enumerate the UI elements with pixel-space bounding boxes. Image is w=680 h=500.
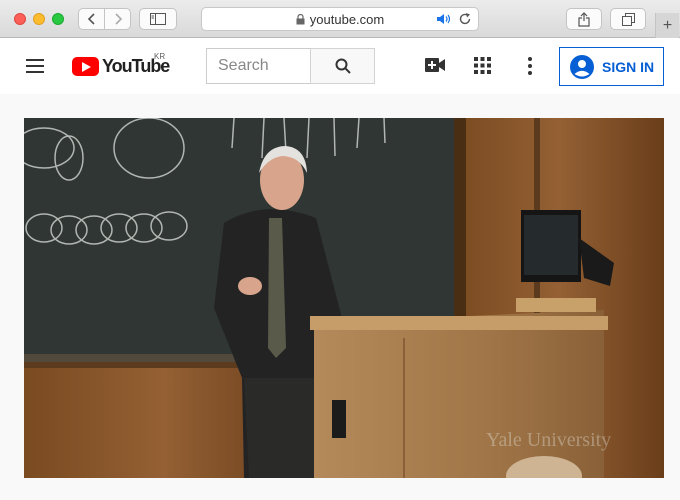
forward-button[interactable] bbox=[104, 8, 131, 30]
url-text: youtube.com bbox=[309, 11, 385, 27]
sign-in-button[interactable]: SIGN IN bbox=[559, 47, 664, 86]
minimize-window-button[interactable] bbox=[33, 13, 45, 25]
apps-grid-icon[interactable] bbox=[474, 57, 491, 74]
zoom-window-button[interactable] bbox=[52, 13, 64, 25]
video-frame: Yale University bbox=[24, 118, 664, 478]
share-icon bbox=[578, 11, 590, 27]
search-button[interactable] bbox=[310, 48, 375, 84]
close-window-button[interactable] bbox=[14, 13, 26, 25]
video-player[interactable]: Yale University bbox=[24, 118, 664, 478]
new-tab-button[interactable]: + bbox=[655, 13, 679, 38]
forward-icon bbox=[114, 13, 122, 25]
reload-icon[interactable] bbox=[458, 12, 472, 26]
sidebar-button[interactable] bbox=[139, 8, 177, 30]
plus-icon: + bbox=[662, 16, 673, 34]
browser-toolbar: youtube.com + bbox=[0, 0, 680, 38]
account-icon bbox=[570, 54, 594, 79]
search-icon bbox=[335, 58, 351, 74]
youtube-header: YouTube KR SIGN IN bbox=[0, 38, 680, 94]
video-watermark: Yale University bbox=[486, 429, 611, 451]
tabs-icon bbox=[621, 12, 635, 26]
create-video-icon[interactable] bbox=[425, 58, 445, 72]
region-code: KR bbox=[154, 52, 166, 61]
speaker-icon[interactable] bbox=[436, 13, 452, 25]
youtube-logo[interactable]: YouTube KR bbox=[72, 52, 170, 77]
search-input[interactable] bbox=[206, 48, 311, 84]
share-button[interactable] bbox=[566, 8, 602, 30]
youtube-play-icon bbox=[72, 56, 99, 76]
sidebar-icon bbox=[150, 13, 166, 25]
menu-icon[interactable] bbox=[26, 59, 44, 73]
lock-icon bbox=[296, 13, 305, 24]
back-button[interactable] bbox=[78, 8, 105, 30]
sign-in-label: SIGN IN bbox=[602, 58, 655, 75]
back-icon bbox=[87, 13, 95, 25]
tabs-button[interactable] bbox=[610, 8, 646, 30]
address-bar[interactable]: youtube.com bbox=[201, 7, 479, 31]
more-vert-icon[interactable] bbox=[528, 57, 532, 75]
